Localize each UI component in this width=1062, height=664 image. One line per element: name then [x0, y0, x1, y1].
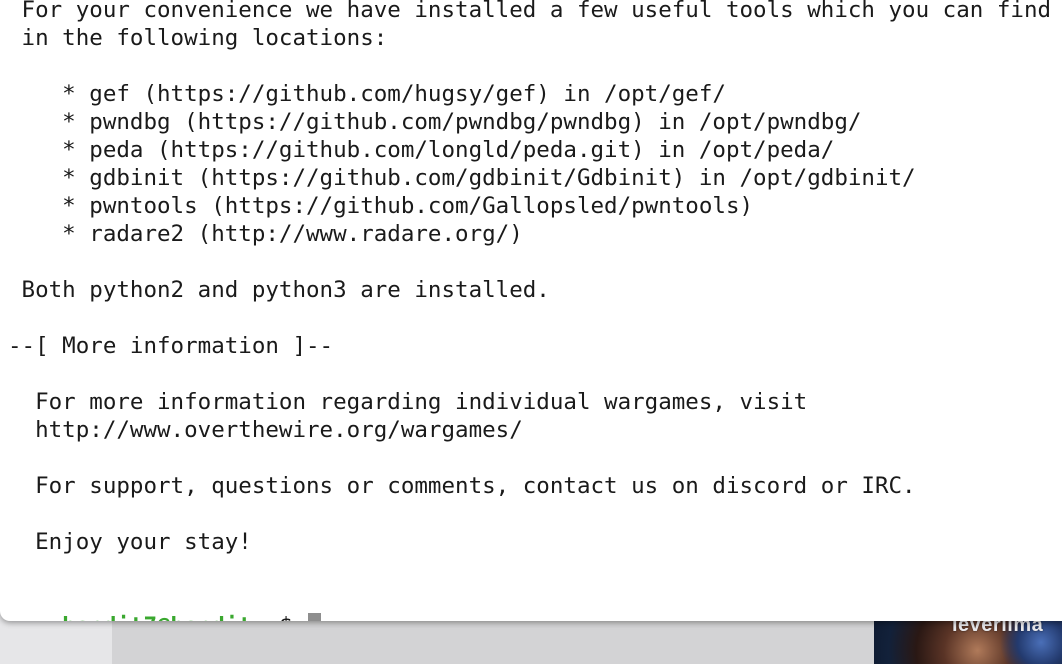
terminal-line: * gdbinit (https://github.com/gdbinit/Gd… — [8, 165, 916, 191]
prompt-symbol: $ — [279, 613, 306, 621]
text-cursor — [308, 613, 322, 621]
prompt-path: ~ — [265, 613, 279, 621]
terminal-line: Both python2 and python3 are installed. — [8, 277, 550, 303]
terminal-line: * pwntools (https://github.com/Gallopsle… — [8, 193, 754, 219]
terminal-line: http://www.overthewire.org/wargames/ — [8, 417, 523, 443]
terminal-line: in the following locations: — [8, 25, 388, 51]
terminal-line: Enjoy your stay! — [8, 529, 252, 555]
terminal-line: * radare2 (http://www.radare.org/) — [8, 221, 523, 247]
terminal-line: * peda (https://github.com/longld/peda.g… — [8, 137, 835, 163]
terminal-output: For your convenience we have installed a… — [8, 0, 1051, 556]
prompt-separator: : — [252, 613, 266, 621]
terminal-line: For support, questions or comments, cont… — [8, 473, 916, 499]
terminal-line: For more information regarding individua… — [8, 389, 808, 415]
terminal-line: * gef (https://github.com/hugsy/gef) in … — [8, 81, 726, 107]
terminal-window[interactable]: For your convenience we have installed a… — [0, 0, 1062, 621]
prompt-user-host: bandit7@bandit — [62, 613, 252, 621]
terminal-line: * pwndbg (https://github.com/pwndbg/pwnd… — [8, 109, 862, 135]
terminal-line: For your convenience we have installed a… — [8, 0, 1052, 23]
shell-prompt[interactable]: bandit7@bandit:~$ — [8, 584, 322, 621]
terminal-line: --[ More information ]-- — [8, 333, 334, 359]
